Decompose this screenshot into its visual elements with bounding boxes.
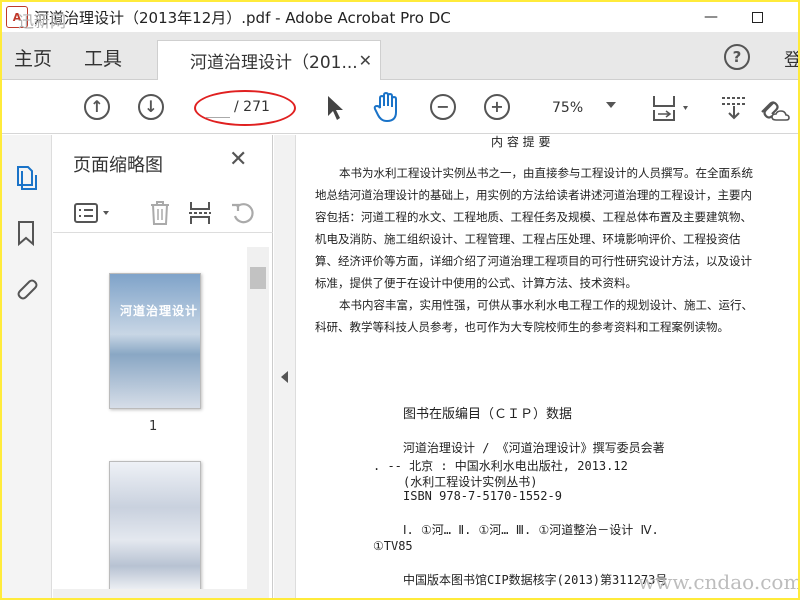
maximize-icon [751, 11, 763, 23]
window-title: 河道治理设计（2013年12月）.pdf - Adobe Acrobat Pro… [34, 8, 451, 27]
bookmark-icon[interactable] [12, 219, 40, 247]
zoom-in-button[interactable]: + [484, 94, 510, 120]
scroll-mode-icon[interactable] [720, 94, 748, 122]
document-tab-label: 河道治理设计（201... [190, 53, 358, 73]
fit-page-icon[interactable] [650, 92, 696, 124]
doc-para1-line: 标准，提供了便于在设计中使用的公式、计算方法、技术资料。 [315, 276, 637, 290]
site-watermark: www.cndao.com [638, 570, 798, 594]
help-icon[interactable]: ? [724, 44, 750, 70]
pane-title: 页面缩略图 [73, 155, 163, 176]
thumbnail-cover-title: 河道治理设计 [120, 304, 199, 318]
thumbnail-page-label: 1 [149, 419, 158, 434]
tab-bar: 主页 工具 河道治理设计（201... ✕ ? 登 [2, 32, 798, 80]
scrollbar-thumb[interactable] [250, 267, 266, 289]
rotate-icon[interactable] [229, 199, 257, 227]
doc-para2-line: 科研、教学等科技人员参考，也可作为大专院校师生的参考资料和工程案例读物。 [315, 320, 729, 334]
link-share-icon[interactable] [756, 92, 790, 124]
zoom-value: 75% [552, 100, 584, 116]
collapse-pane-bar[interactable] [274, 135, 296, 598]
horizontal-scrollbar[interactable] [53, 589, 269, 598]
doc-para2-line: 本书内容丰富，实用性强，可供从事水利水电工程工作的规划设计、施工、运行、 [339, 298, 753, 312]
previous-page-button[interactable]: ↑ [84, 94, 110, 120]
options-menu-icon[interactable] [73, 201, 115, 225]
left-rail [2, 135, 52, 598]
page-thumbnails-pane: 页面缩略图 ✕ 河道治理设计 1 [53, 135, 273, 598]
tab-tools[interactable]: 工具 [84, 44, 122, 71]
doc-para1-line: 本书为水利工程设计实例丛书之一，由直接参与工程设计的人员撰写。在全面系统 [339, 166, 753, 180]
tab-document[interactable]: 河道治理设计（201... ✕ [157, 40, 381, 80]
zoom-dropdown[interactable]: 75% [538, 96, 622, 120]
doc-para1-line: 地总结河道治理设计的基础上，用实例的方法给读者讲述河道治理的工程设计，主要内 [315, 188, 752, 202]
pane-toolbar [53, 193, 273, 233]
next-page-button[interactable]: ↓ [138, 94, 164, 120]
cip-line: . -- 北京 : 中国水利水电出版社, 2013.12 [373, 459, 628, 473]
thumbnail-scrollbar[interactable] [247, 247, 269, 589]
zoom-out-button[interactable]: − [430, 94, 456, 120]
close-pane-icon[interactable]: ✕ [229, 147, 247, 172]
document-view[interactable]: 内 容 提 要 本书为水利工程设计实例丛书之一，由直接参与工程设计的人员撰写。在… [297, 135, 798, 598]
login-link[interactable]: 登 [784, 46, 798, 72]
doc-para1-line: 算、经济评价等方面，详细介绍了河道治理工程项目的可行性研究设计方法，以及设计 [315, 254, 752, 268]
chevron-down-icon [606, 102, 616, 108]
main-toolbar: ↑ ↓ / 271 − + 75% [2, 80, 798, 134]
page-navigator: / 271 [194, 90, 296, 126]
minimize-button[interactable]: — [688, 2, 734, 32]
title-bar: A 河道治理设计（2013年12月）.pdf - Adobe Acrobat P… [2, 2, 798, 32]
select-cursor-icon[interactable] [324, 94, 346, 122]
cip-record: 中国版本图书馆CIP数据核字(2013)第311273号 [403, 573, 668, 587]
delete-icon[interactable] [147, 199, 173, 227]
doc-heading: 内 容 提 要 [491, 135, 551, 149]
cip-line: 河道治理设计 / 《河道治理设计》撰写委员会著 [403, 441, 665, 455]
cip-classification: Ⅰ. ①河… Ⅱ. ①河… Ⅲ. ①河道整治－设计 Ⅳ. [403, 523, 659, 537]
page-thumbnail-1[interactable]: 河道治理设计 [109, 273, 201, 409]
attachment-icon[interactable] [12, 275, 40, 303]
maximize-button[interactable] [734, 2, 780, 32]
chevron-left-icon [281, 371, 288, 383]
tab-home[interactable]: 主页 [14, 44, 52, 71]
acrobat-window: A 河道治理设计（2013年12月）.pdf - Adobe Acrobat P… [2, 2, 798, 598]
close-tab-icon[interactable]: ✕ [359, 51, 372, 70]
page-thumbnail-2[interactable] [109, 461, 201, 593]
hand-tool-icon[interactable] [372, 92, 402, 124]
cip-line: ISBN 978-7-5170-1552-9 [403, 489, 562, 503]
doc-para1-line: 机电及消防、施工组织设计、工程管理、工程占压处理、环境影响评价、工程投资估 [315, 232, 741, 246]
page-thumbnails-icon[interactable] [12, 163, 40, 191]
thumbnail-list: 河道治理设计 1 [53, 247, 247, 597]
red-annotation-ellipse [194, 90, 296, 126]
doc-para1-line: 容包括：河道工程的水文、工程地质、工程任务及规模、工程总体布置及主要建筑物、 [315, 210, 752, 224]
watermark-logo-text: 迅新网 [18, 12, 67, 31]
cip-line: (水利工程设计实例丛书) [403, 475, 538, 489]
cip-title: 图书在版编目（ＣＩＰ）数据 [403, 407, 573, 422]
insert-page-icon[interactable] [187, 199, 215, 227]
cip-classification: ①TV85 [373, 539, 413, 553]
